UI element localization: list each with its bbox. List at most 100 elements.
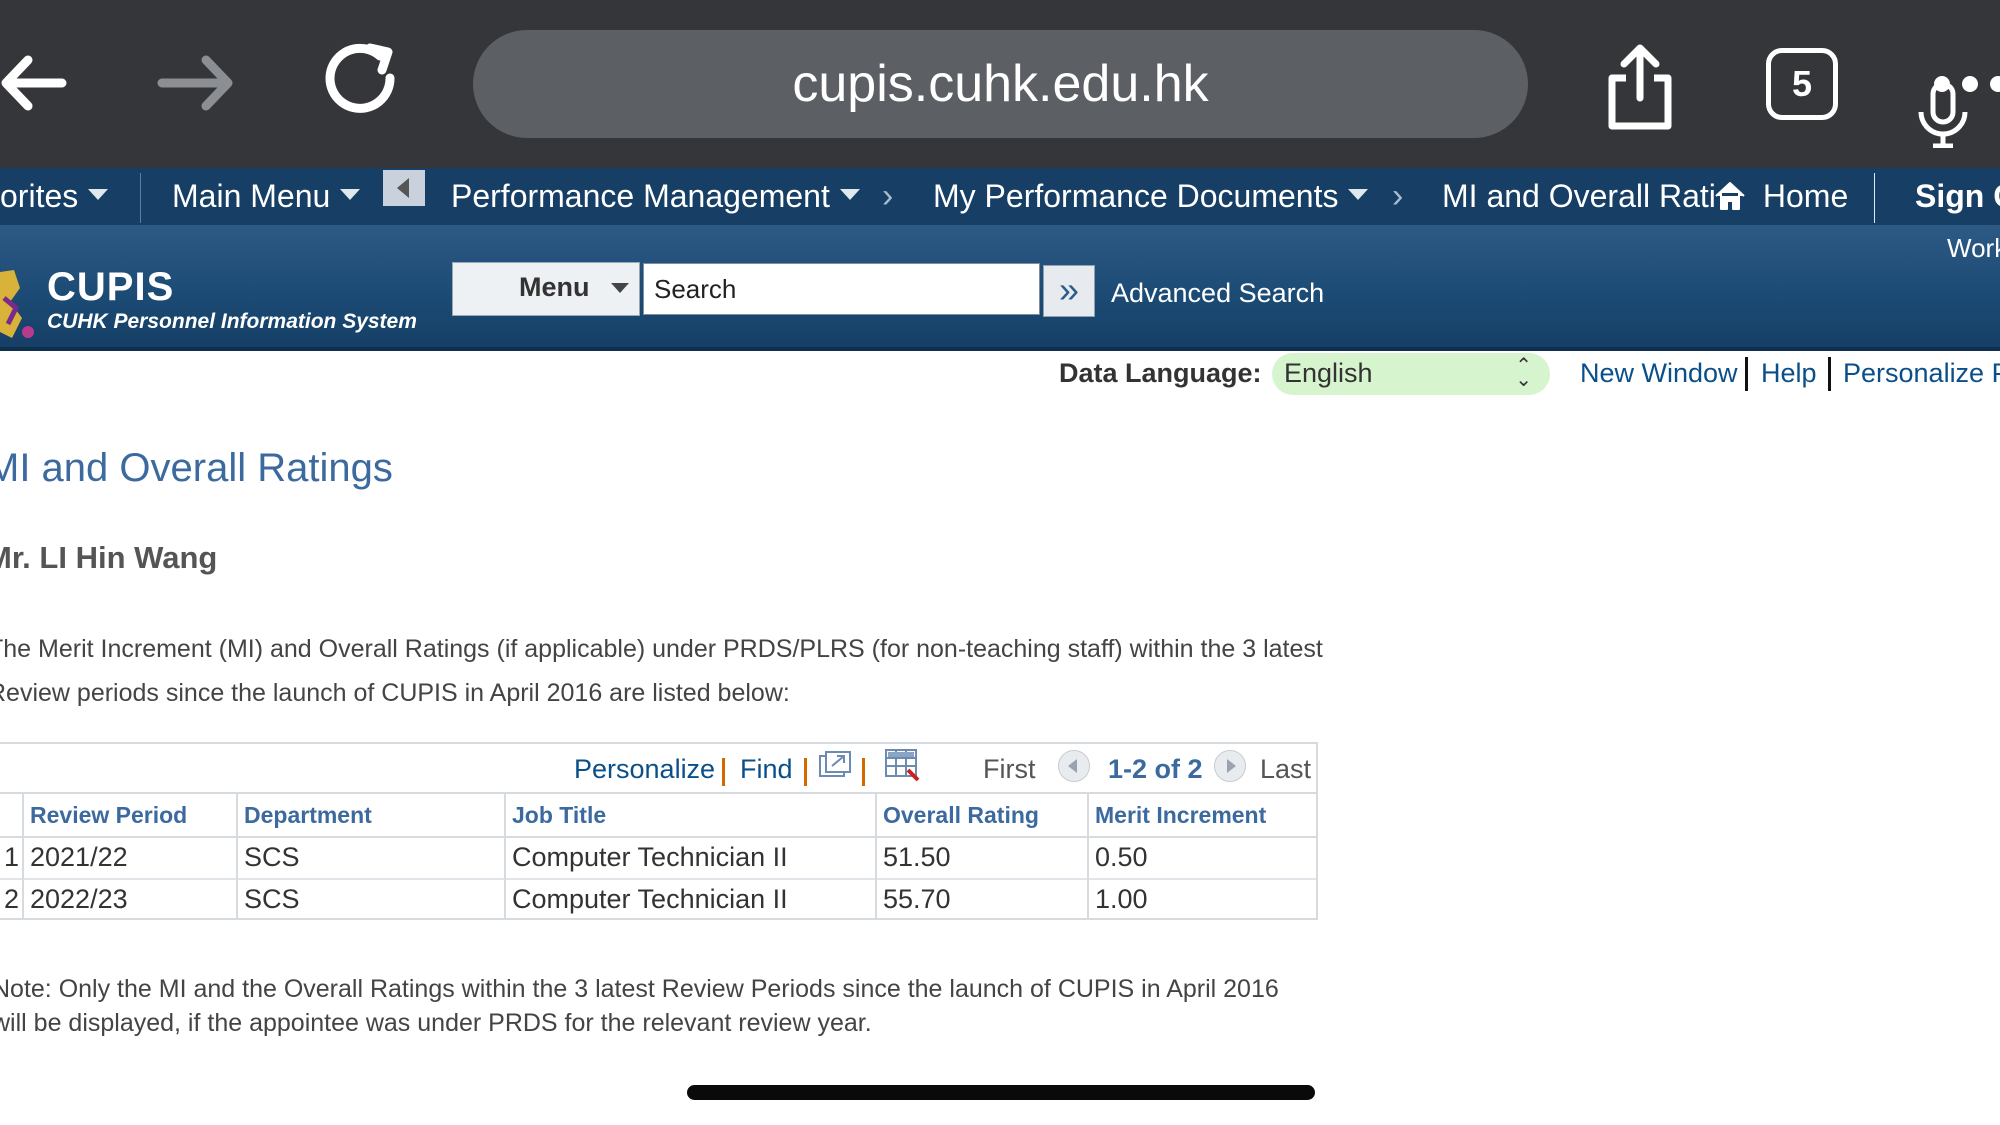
column-header-merit-increment[interactable]: Merit Increment	[1087, 794, 1316, 836]
cell-overall-rating: 51.50	[875, 836, 1087, 878]
data-language-value: English	[1284, 358, 1373, 388]
breadcrumb-separator-icon: ›	[882, 177, 894, 215]
divider	[804, 758, 807, 786]
address-bar[interactable]: cupis.cuhk.edu.hk	[473, 30, 1968, 149]
app-logo-subtitle: CUHK Personnel Information System	[47, 310, 417, 333]
cell-review-period: 2022/23	[22, 878, 236, 920]
table-row: 2 2022/23 SCS Computer Technician II 55.…	[0, 878, 1316, 920]
ratings-grid: Personalize Find First 1-2 of 2 Last Rev…	[0, 742, 1318, 920]
data-language-label: Data Language:	[1059, 358, 1262, 388]
cell-review-period: 2021/22	[22, 836, 236, 878]
forward-button[interactable]	[150, 38, 240, 128]
breadcrumb-separator-icon: ›	[1392, 177, 1404, 215]
row-number: 2	[4, 884, 20, 914]
search-input[interactable]: Search	[643, 263, 1040, 315]
new-window-link[interactable]: New Window	[1580, 358, 1738, 389]
column-header-overall-rating[interactable]: Overall Rating	[875, 794, 1087, 836]
double-chevron-right-icon: »	[1058, 269, 1080, 310]
breadcrumb-performance-management[interactable]: Performance Management	[451, 168, 860, 225]
logo-icon	[0, 268, 40, 340]
back-button[interactable]	[0, 38, 90, 128]
grid-row-count: 1-2 of 2	[1108, 754, 1203, 784]
home-link[interactable]: Home	[1712, 168, 1848, 225]
breadcrumb-label: Performance Management	[451, 178, 830, 214]
page-title: MI and Overall Ratings	[0, 446, 393, 490]
footnote-line: will be displayed, if the appointee was …	[0, 1009, 872, 1037]
intro-text: The Merit Increment (MI) and Overall Rat…	[0, 627, 1323, 715]
cell-department: SCS	[236, 878, 504, 920]
favorites-label: orites	[0, 178, 79, 214]
chevron-down-icon	[839, 189, 860, 201]
download-spreadsheet-icon[interactable]	[884, 748, 920, 787]
data-language-select[interactable]: English ⌃ ⌄	[1272, 353, 1550, 395]
divider	[862, 758, 865, 786]
breadcrumb-label: My Performance Documents	[933, 178, 1339, 214]
arrow-left-icon	[1, 55, 67, 111]
menu-label: Menu	[519, 272, 590, 302]
cell-department: SCS	[236, 836, 504, 878]
reload-button[interactable]	[318, 38, 408, 128]
grid-first-label[interactable]: First	[983, 754, 1035, 785]
home-icon	[1715, 181, 1745, 210]
worklist-link[interactable]: Work	[1947, 233, 2000, 264]
main-menu-label: Main Menu	[172, 178, 331, 214]
grid-personalize-link[interactable]: Personalize	[574, 754, 715, 785]
cell-job-title: Computer Technician II	[504, 836, 875, 878]
divider	[140, 173, 141, 223]
cell-merit-increment: 0.50	[1087, 836, 1316, 878]
chevron-down-icon	[340, 189, 361, 201]
sign-out-link[interactable]: Sign O	[1915, 168, 2000, 225]
share-icon[interactable]	[1600, 42, 1680, 132]
chevron-down-icon	[88, 189, 109, 201]
chevron-left-icon	[1068, 759, 1077, 773]
reload-icon	[325, 43, 395, 113]
select-arrows-icon: ⌃ ⌄	[1515, 355, 1532, 391]
divider	[1828, 357, 1831, 391]
app-logo-title: CUPIS	[47, 265, 175, 309]
column-header-review-period[interactable]: Review Period	[22, 794, 236, 836]
back-arrow-button[interactable]	[383, 170, 425, 206]
grid-last-label[interactable]: Last	[1260, 754, 1311, 785]
grid-next-button[interactable]	[1214, 750, 1246, 782]
tab-switcher-button[interactable]: 5	[1766, 48, 1838, 120]
personalize-page-link[interactable]: Personalize P	[1843, 358, 2000, 389]
chevron-down-icon	[1348, 189, 1369, 201]
grid-previous-button[interactable]	[1058, 750, 1090, 782]
chevron-down-icon	[611, 283, 629, 293]
cell-overall-rating: 55.70	[875, 878, 1087, 920]
row-number: 1	[4, 842, 20, 872]
breadcrumb-my-performance-documents[interactable]: My Performance Documents	[933, 168, 1369, 225]
breadcrumb-current-page: MI and Overall Rati	[1442, 178, 1716, 214]
grid-find-link[interactable]: Find	[740, 754, 793, 785]
divider	[1745, 357, 1748, 391]
column-header-job-title[interactable]: Job Title	[504, 794, 875, 836]
employee-name: Mr. LI Hin Wang	[0, 540, 218, 575]
grid-toolbar: Personalize Find First 1-2 of 2 Last	[0, 744, 1316, 792]
ellipsis-icon[interactable]	[1930, 72, 2000, 96]
intro-line: The Merit Increment (MI) and Overall Rat…	[0, 635, 1323, 663]
cell-merit-increment: 1.00	[1087, 878, 1316, 920]
navigation-bar: orites Main Menu Performance Management …	[0, 168, 2000, 227]
column-header-department[interactable]: Department	[236, 794, 504, 836]
main-menu[interactable]: Main Menu	[172, 168, 361, 225]
favorites-menu[interactable]: orites	[0, 168, 109, 225]
chevron-right-icon	[1227, 759, 1236, 773]
divider	[722, 758, 725, 786]
table-row: 1 2021/22 SCS Computer Technician II 51.…	[0, 836, 1316, 880]
view-all-icon[interactable]	[818, 750, 852, 785]
grid-header-row: Review Period Department Job Title Overa…	[0, 792, 1316, 838]
footnote-line: Note: Only the MI and the Overall Rating…	[0, 975, 1279, 1003]
help-link[interactable]: Help	[1761, 358, 1817, 389]
url-text: cupis.cuhk.edu.hk	[792, 55, 1209, 113]
divider	[1874, 173, 1875, 223]
menu-dropdown-button[interactable]: Menu	[452, 262, 640, 316]
cell-job-title: Computer Technician II	[504, 878, 875, 920]
search-submit-button[interactable]: »	[1043, 265, 1095, 317]
row-number-header	[0, 794, 22, 836]
home-label: Home	[1762, 178, 1849, 214]
arrow-left-icon	[397, 178, 409, 198]
intro-line: Review periods since the launch of CUPIS…	[0, 679, 790, 707]
footnote-text: Note: Only the MI and the Overall Rating…	[0, 972, 1279, 1040]
advanced-search-link[interactable]: Advanced Search	[1111, 278, 1324, 309]
home-indicator	[687, 1085, 1315, 1100]
